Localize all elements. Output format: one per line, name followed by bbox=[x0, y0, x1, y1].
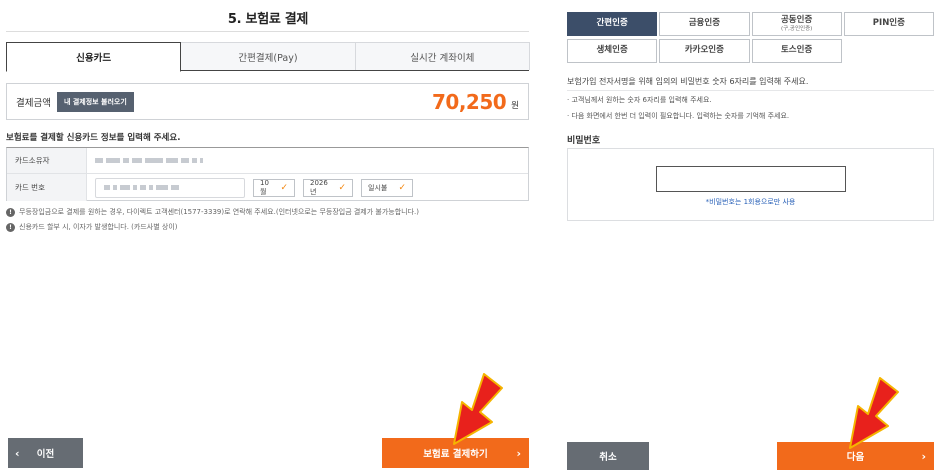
card-holder-label: 카드소유자 bbox=[7, 148, 87, 173]
expiry-month-select[interactable]: 10월 ✓ bbox=[253, 178, 295, 197]
password-guide-text: 보험가입 전자서명을 위해 임의의 비밀번호 숫자 6자리를 입력해 주세요. bbox=[567, 77, 809, 86]
notice-item: ! 신용카드 할부 시, 이자가 발생합니다. (카드사별 상이) bbox=[6, 222, 178, 232]
title-divider bbox=[6, 31, 529, 32]
page-title: 5. 보험료 결제 bbox=[227, 12, 309, 27]
prev-button-label: 이전 bbox=[36, 449, 55, 460]
red-arrow-icon bbox=[849, 377, 899, 449]
card-number-value: 10월 ✓ 2026년 ✓ 일시불 ✓ bbox=[87, 174, 528, 201]
amount-unit: 원 bbox=[511, 100, 519, 111]
prev-button[interactable]: ‹ 이전 bbox=[8, 438, 83, 468]
check-icon: ✓ bbox=[280, 182, 288, 193]
card-holder-row: 카드소유자 bbox=[7, 148, 528, 174]
info-circle-icon: ! bbox=[6, 222, 15, 232]
auth-toss-button[interactable]: 토스인증 bbox=[751, 39, 842, 63]
info-circle-icon: ! bbox=[6, 207, 15, 217]
auth-pin-button[interactable]: PIN인증 bbox=[843, 12, 934, 36]
password-label: 비밀번호 bbox=[567, 136, 601, 146]
auth-financial-button[interactable]: 금융인증 bbox=[659, 12, 750, 36]
load-payment-info-button[interactable]: 내 결제정보 불러오기 bbox=[56, 91, 134, 112]
card-number-row: 카드 번호 10월 ✓ 2026년 ✓ 일시불 ✓ bbox=[7, 174, 528, 201]
auth-simple-button[interactable]: 간편인증 bbox=[567, 12, 658, 36]
tab-realtime-transfer[interactable]: 실시간 계좌이체 bbox=[354, 42, 530, 70]
auth-method-label: PIN인증 bbox=[872, 18, 905, 29]
chevron-left-icon: ‹ bbox=[15, 446, 20, 460]
red-arrow-icon bbox=[453, 373, 503, 445]
masked-card-holder bbox=[95, 158, 203, 163]
chevron-right-icon: › bbox=[921, 449, 926, 463]
pay-button-label: 보험료 결제하기 bbox=[423, 449, 488, 460]
auth-method-label: 공동인증 bbox=[780, 15, 813, 26]
divider bbox=[567, 90, 934, 91]
auth-method-label: 토스인증 bbox=[780, 45, 813, 56]
notice-text: 신용카드 할부 시, 이자가 발생합니다. (카드사별 상이) bbox=[19, 223, 178, 231]
expiry-month-value: 10월 bbox=[260, 178, 269, 196]
card-number-input[interactable] bbox=[95, 177, 245, 198]
amount-value: 70,250 bbox=[431, 89, 507, 114]
chevron-right-icon: › bbox=[516, 446, 521, 460]
tab-simple-pay[interactable]: 간편결제(Pay) bbox=[180, 42, 356, 70]
auth-kakao-button[interactable]: 카카오인증 bbox=[659, 39, 750, 63]
check-icon: ✓ bbox=[398, 182, 406, 193]
payment-tabs: 신용카드 간편결제(Pay) 실시간 계좌이체 bbox=[6, 42, 530, 72]
cancel-button[interactable]: 취소 bbox=[567, 442, 649, 470]
cancel-button-label: 취소 bbox=[599, 452, 617, 463]
auth-method-sublabel: (구,공인인증) bbox=[780, 25, 813, 32]
check-icon: ✓ bbox=[338, 182, 346, 193]
masked-card-number bbox=[104, 185, 179, 190]
installment-value: 일시불 bbox=[368, 183, 388, 192]
auth-method-label: 생체인증 bbox=[596, 45, 628, 56]
auth-method-grid: 간편인증 금융인증 공동인증 (구,공인인증) PIN인증 생체인증 카카오인증… bbox=[567, 12, 934, 63]
password-note: *비밀번호는 1회용으로만 사용 bbox=[705, 198, 796, 206]
amount-box: 결제금액 내 결제정보 불러오기 70,250 원 bbox=[6, 83, 529, 120]
password-input[interactable] bbox=[656, 166, 846, 192]
auth-method-label: 카카오인증 bbox=[684, 45, 724, 56]
amount-label: 결제금액 bbox=[16, 97, 51, 109]
card-info-table: 카드소유자 카드 번호 10월 ✓ 2026년 ✓ 일시불 ✓ bbox=[6, 147, 529, 201]
expiry-year-select[interactable]: 2026년 ✓ bbox=[303, 178, 353, 197]
auth-method-label: 금융인증 bbox=[688, 18, 721, 29]
installment-select[interactable]: 일시불 ✓ bbox=[361, 178, 413, 197]
auth-method-label: 간편인증 bbox=[596, 18, 628, 29]
card-guide-text: 보험료를 결제할 신용카드 정보를 입력해 주세요. bbox=[6, 133, 181, 143]
card-number-label: 카드 번호 bbox=[7, 174, 87, 201]
auth-biometric-button[interactable]: 생체인증 bbox=[567, 39, 658, 63]
tab-credit-card[interactable]: 신용카드 bbox=[6, 42, 182, 72]
guide-bullet: · 다음 화면에서 한번 더 입력이 필요합니다. 입력하는 숫자를 기억해 주… bbox=[567, 112, 790, 120]
expiry-year-value: 2026년 bbox=[310, 178, 328, 196]
notice-text: 무등장입금으로 결제를 원하는 경우, 다이렉트 고객센터(1577-3339)… bbox=[19, 208, 420, 216]
auth-joint-button[interactable]: 공동인증 (구,공인인증) bbox=[751, 12, 842, 36]
guide-bullet: · 고객님께서 원하는 숫자 6자리를 입력해 주세요. bbox=[567, 96, 712, 104]
notice-item: ! 무등장입금으로 결제를 원하는 경우, 다이렉트 고객센터(1577-333… bbox=[6, 207, 419, 217]
card-holder-value bbox=[87, 148, 528, 173]
